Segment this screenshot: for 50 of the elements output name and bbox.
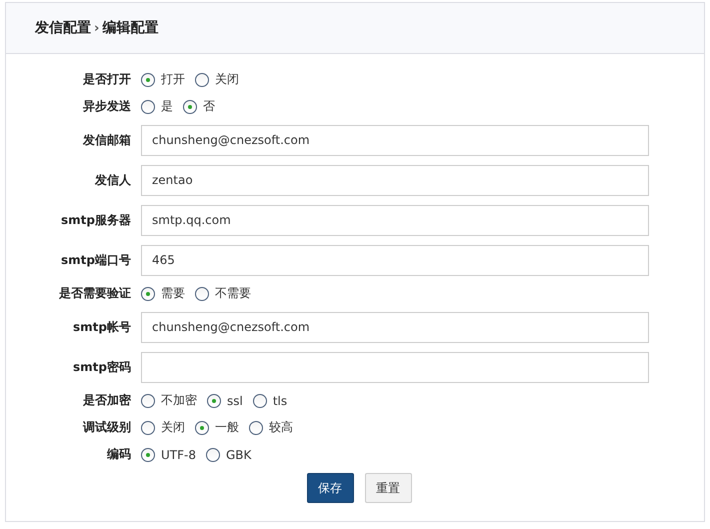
radio-button[interactable] xyxy=(141,72,155,86)
input-field[interactable]: chunsheng@cnezsoft.com xyxy=(141,312,649,342)
field-label: 异步发送 xyxy=(82,98,132,115)
radio-option[interactable]: 较高 xyxy=(249,419,293,436)
radio-option[interactable]: 否 xyxy=(183,98,215,115)
input-field[interactable]: smtp.qq.com xyxy=(141,204,649,236)
radio-option[interactable]: 打开 xyxy=(141,71,185,88)
radio-option[interactable]: 需要 xyxy=(141,285,185,302)
radio-option[interactable]: GBK xyxy=(206,448,252,462)
input-field[interactable]: 465 xyxy=(141,244,649,276)
field-label: 发信人 xyxy=(94,172,132,188)
field-label: 是否需要验证 xyxy=(58,285,132,302)
input-field[interactable]: chunsheng@cnezsoft.com xyxy=(141,124,649,156)
input-field[interactable]: zentao xyxy=(141,164,649,196)
field-label: smtp帐号 xyxy=(72,318,132,336)
field-label: 是否加密 xyxy=(82,392,132,409)
field-label: smtp端口号 xyxy=(60,252,132,268)
radio-button[interactable] xyxy=(141,100,155,114)
radio-option[interactable]: tls xyxy=(252,392,288,409)
radio-option[interactable]: 关闭 xyxy=(195,71,239,88)
radio-option[interactable]: UTF-8 xyxy=(141,448,196,462)
page-title: 编辑配置 xyxy=(102,19,158,37)
field-label: smtp密码 xyxy=(72,358,132,376)
radio-button[interactable] xyxy=(207,394,221,408)
radio-button[interactable] xyxy=(141,448,155,462)
radio-button[interactable] xyxy=(249,420,263,434)
field-label: 是否打开 xyxy=(82,71,132,88)
radio-button[interactable] xyxy=(195,72,209,86)
radio-button[interactable] xyxy=(141,286,155,300)
save-button[interactable]: 保存 xyxy=(306,473,354,503)
field-label: 发信邮箱 xyxy=(82,132,132,148)
radio-button[interactable] xyxy=(141,420,155,434)
radio-option[interactable]: 关闭 xyxy=(141,419,185,436)
radio-button[interactable] xyxy=(195,420,209,434)
radio-option[interactable]: ssl xyxy=(207,392,243,409)
field-label: 编码 xyxy=(106,446,132,463)
radio-option[interactable]: 是 xyxy=(141,98,173,115)
breadcrumb-separator: › xyxy=(94,20,100,36)
field-label: smtp服务器 xyxy=(60,212,132,228)
radio-button[interactable] xyxy=(252,394,267,408)
radio-button[interactable] xyxy=(206,448,220,462)
reset-button[interactable]: 重置 xyxy=(364,473,412,503)
radio-button[interactable] xyxy=(183,100,197,114)
field-label: 调试级别 xyxy=(82,419,132,436)
radio-button[interactable] xyxy=(195,286,209,300)
breadcrumb-link[interactable]: 发信配置 xyxy=(35,19,91,37)
radio-button[interactable] xyxy=(141,394,155,408)
radio-option[interactable]: 一般 xyxy=(195,419,239,436)
radio-option[interactable]: 不加密 xyxy=(141,392,197,409)
radio-option[interactable]: 不需要 xyxy=(195,285,251,302)
